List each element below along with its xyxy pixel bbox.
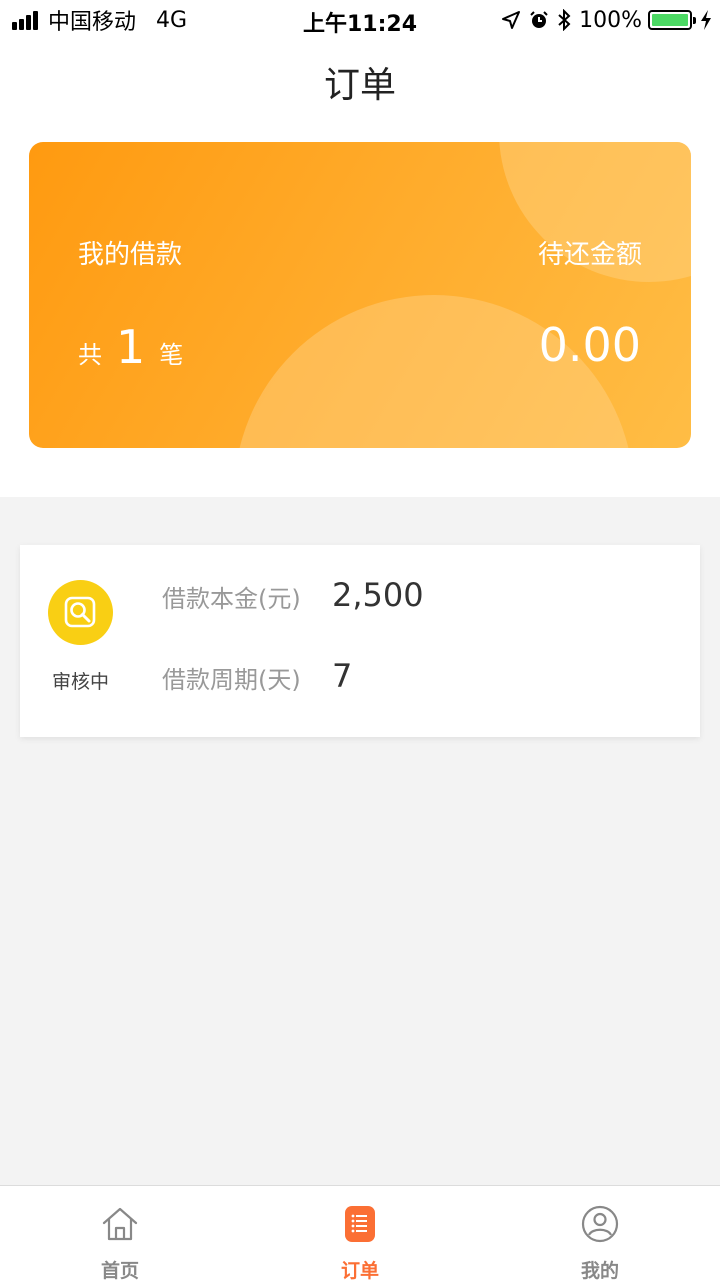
location-icon [502,11,521,29]
tab-home-label: 首页 [100,1260,139,1280]
magnifier-icon [64,596,95,627]
battery-percent: 100% [579,7,642,33]
order-card[interactable]: 审核中 借款本金(元) 2,500 借款周期(天) 7 [20,545,700,737]
tab-bar: 首页 订单 我的 [0,1185,720,1280]
order-status: 审核中 [51,671,109,693]
tab-orders-label: 订单 [340,1260,379,1280]
bluetooth-icon [558,9,571,31]
pending-amount-label: 待还金额 [537,240,642,270]
period-value: 7 [332,657,353,695]
principal-value: 2,500 [332,576,424,614]
period-label: 借款周期(天) [162,666,301,694]
charging-icon [701,10,711,30]
order-list-icon [345,1206,375,1242]
battery-icon [648,10,696,30]
review-status-icon [48,580,113,645]
my-loans-label: 我的借款 [78,240,183,270]
status-bar: 中国移动 4G 上午11:24 100% [0,0,720,40]
tab-profile-label: 我的 [580,1260,619,1280]
loan-summary-card: 我的借款 待还金额 共 1 笔 0.00 [29,142,691,448]
home-icon [102,1207,138,1241]
tab-home[interactable]: 首页 [0,1186,240,1280]
tab-orders[interactable]: 订单 [240,1186,480,1280]
count-suffix: 笔 [159,341,184,369]
page-title: 订单 [323,65,396,106]
loan-count: 共 1 笔 [78,320,183,374]
alarm-icon [530,11,548,28]
count-value: 1 [116,320,146,374]
pending-amount-value: 0.00 [538,318,641,372]
user-icon [581,1205,619,1243]
count-prefix: 共 [78,341,102,369]
status-right: 100% [493,6,712,34]
principal-label: 借款本金(元) [162,585,301,613]
tab-profile[interactable]: 我的 [480,1186,720,1280]
